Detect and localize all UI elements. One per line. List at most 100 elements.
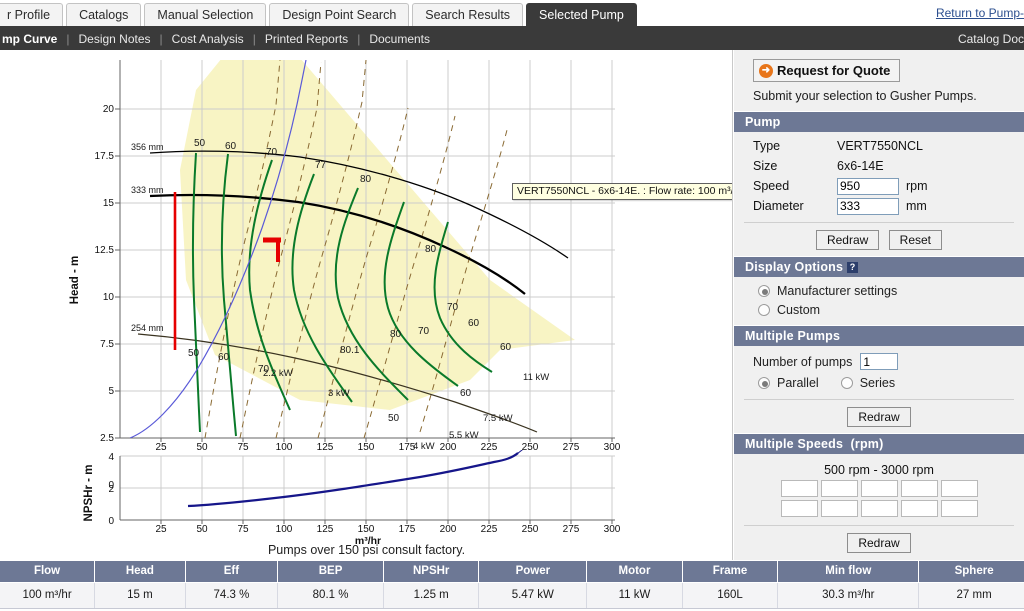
pump-diameter-label: Diameter <box>753 199 804 213</box>
radio-custom-indicator[interactable] <box>758 303 770 316</box>
catalog-documents-link[interactable]: Catalog Doc <box>958 28 1024 50</box>
col-npshr: NPSHr <box>383 561 480 583</box>
help-icon[interactable]: ? <box>847 262 859 273</box>
pump-performance-chart[interactable]: 20 17.5 15 12.5 10 7.5 5 2.5 0 Head - m … <box>0 50 733 550</box>
speed-input-9[interactable] <box>900 500 938 517</box>
section-title-multiple-speeds: Multiple Speeds <box>745 437 844 451</box>
subnav-item-printed-reports[interactable]: Printed Reports <box>256 32 357 46</box>
tab-selected-pump[interactable]: Selected Pump <box>526 3 637 26</box>
col-head: Head <box>94 561 186 583</box>
pump-redraw-button[interactable]: Redraw <box>815 230 880 250</box>
col-bep: BEP <box>277 561 384 583</box>
speed-input-3[interactable] <box>860 480 898 497</box>
subnav-item-pump-curve[interactable]: mp Curve <box>0 32 66 46</box>
subnav-item-cost-analysis[interactable]: Cost Analysis <box>163 32 253 46</box>
speed-input-10[interactable] <box>940 500 978 517</box>
sub-navigation-bar: mp Curve | Design Notes | Cost Analysis … <box>0 28 1024 50</box>
return-to-pump-link[interactable]: Return to Pump- <box>936 6 1024 20</box>
speed-input-6[interactable] <box>780 500 818 517</box>
section-body-multiple-speeds: 500 rpm - 3000 rpm Redraw <box>734 454 1024 559</box>
tab-user-profile[interactable]: r Profile <box>0 3 64 26</box>
subnav-item-design-notes[interactable]: Design Notes <box>69 32 159 46</box>
speed-input-5[interactable] <box>940 480 978 497</box>
tab-design-point-search[interactable]: Design Point Search <box>269 3 410 26</box>
svg-text:7.5 kW: 7.5 kW <box>483 413 513 424</box>
section-title-pump: Pump <box>745 115 781 129</box>
svg-text:100: 100 <box>276 524 293 535</box>
pump-results-summary: Flow Head Eff BEP NPSHr Power Motor Fram… <box>0 561 1024 611</box>
svg-text:300: 300 <box>604 442 621 453</box>
svg-text:275: 275 <box>563 524 580 535</box>
pump-size-row: Size 6x6-14E <box>734 156 1024 176</box>
svg-text:7.5: 7.5 <box>100 339 114 350</box>
svg-text:5: 5 <box>108 386 114 397</box>
main-tab-bar: r Profile Catalogs Manual Selection Desi… <box>0 0 1024 28</box>
section-header-pump: Pump <box>734 111 1024 132</box>
section-header-multiple-pumps: Multiple Pumps <box>734 325 1024 346</box>
head-xaxis-ticklabels: 25 50 75 100 125 150 175 200 225 250 275… <box>155 442 620 453</box>
svg-text:80.1: 80.1 <box>340 345 360 356</box>
multiple-pumps-redraw-button[interactable]: Redraw <box>847 407 911 427</box>
radio-manufacturer-settings[interactable]: Manufacturer settings <box>734 281 1024 300</box>
svg-text:60: 60 <box>460 388 472 399</box>
speed-input-2[interactable] <box>820 480 858 497</box>
radio-series-indicator[interactable] <box>840 377 853 389</box>
col-power: Power <box>478 561 588 583</box>
pump-speed-input[interactable] <box>837 177 899 195</box>
svg-text:80: 80 <box>425 244 437 255</box>
radio-manufacturer-indicator[interactable] <box>758 284 770 297</box>
cell-head: 15 m <box>94 582 186 609</box>
tab-search-results[interactable]: Search Results <box>412 3 524 26</box>
number-of-pumps-label: Number of pumps <box>753 354 853 369</box>
npshr-xaxis-ticklabels: 25 50 75 100 125 150 175 200 225 250 275… <box>155 524 620 535</box>
speed-input-1[interactable] <box>780 480 818 497</box>
speed-input-4[interactable] <box>900 480 938 497</box>
svg-text:50: 50 <box>388 413 400 424</box>
speed-range-label: 500 rpm - 3000 rpm <box>824 463 934 477</box>
number-of-pumps-input[interactable] <box>860 353 899 370</box>
svg-text:60: 60 <box>468 318 480 329</box>
svg-text:2.2 kW: 2.2 kW <box>263 368 293 379</box>
pump-diameter-input[interactable] <box>837 197 899 215</box>
speed-input-8[interactable] <box>860 500 898 517</box>
pump-speed-label: Speed <box>753 179 790 193</box>
svg-text:70: 70 <box>266 147 278 158</box>
npshr-axis-title: NPSHr - m <box>83 465 95 522</box>
request-for-quote-label: Request for Quote <box>777 63 891 78</box>
tab-manual-selection[interactable]: Manual Selection <box>144 3 267 26</box>
col-min-flow: Min flow <box>777 561 920 583</box>
svg-text:2.5: 2.5 <box>100 433 114 444</box>
head-axis-title: Head - m <box>69 256 81 305</box>
speed-input-grid <box>734 480 1024 517</box>
table-row: 100 m³/hr 15 m 74.3 % 80.1 % 1.25 m 5.47… <box>0 582 1024 609</box>
svg-text:25: 25 <box>155 524 167 535</box>
head-axis-ticklabels: 20 17.5 15 12.5 10 7.5 5 2.5 0 <box>95 104 115 491</box>
pump-curve-chart-pane: 20 17.5 15 12.5 10 7.5 5 2.5 0 Head - m … <box>0 50 733 560</box>
tab-catalogs[interactable]: Catalogs <box>66 3 142 26</box>
cell-min-flow: 30.3 m³/hr <box>777 582 920 609</box>
pump-reset-button[interactable]: Reset <box>888 230 943 250</box>
multiple-speeds-redraw-button[interactable]: Redraw <box>847 533 911 553</box>
pump-curve-tooltip: VERT7550NCL - 6x6-14E. : Flow rate: 100 … <box>512 183 732 200</box>
radio-custom-settings[interactable]: Custom <box>734 300 1024 319</box>
col-eff: Eff <box>185 561 279 583</box>
npshr-xaxis-ticks <box>160 520 613 524</box>
svg-text:50: 50 <box>188 348 200 359</box>
cell-sphere: 27 mm <box>918 582 1024 609</box>
svg-text:50: 50 <box>196 442 208 453</box>
subnav-item-documents[interactable]: Documents <box>360 32 439 46</box>
svg-text:100: 100 <box>276 442 293 453</box>
radio-series-label: Series <box>859 376 896 390</box>
col-sphere: Sphere <box>918 561 1024 583</box>
speed-input-7[interactable] <box>820 500 858 517</box>
svg-text:75: 75 <box>237 442 249 453</box>
section-body-display-options: Manufacturer settings Custom <box>734 277 1024 325</box>
pump-type-row: Type VERT7550NCL <box>734 136 1024 156</box>
svg-text:80: 80 <box>390 329 402 340</box>
svg-text:356 mm: 356 mm <box>131 142 164 152</box>
request-for-quote-button[interactable]: ➜ Request for Quote <box>753 59 901 82</box>
svg-text:12.5: 12.5 <box>95 245 115 256</box>
svg-text:175: 175 <box>399 524 416 535</box>
radio-parallel-indicator[interactable] <box>758 377 770 389</box>
svg-text:25: 25 <box>155 442 167 453</box>
